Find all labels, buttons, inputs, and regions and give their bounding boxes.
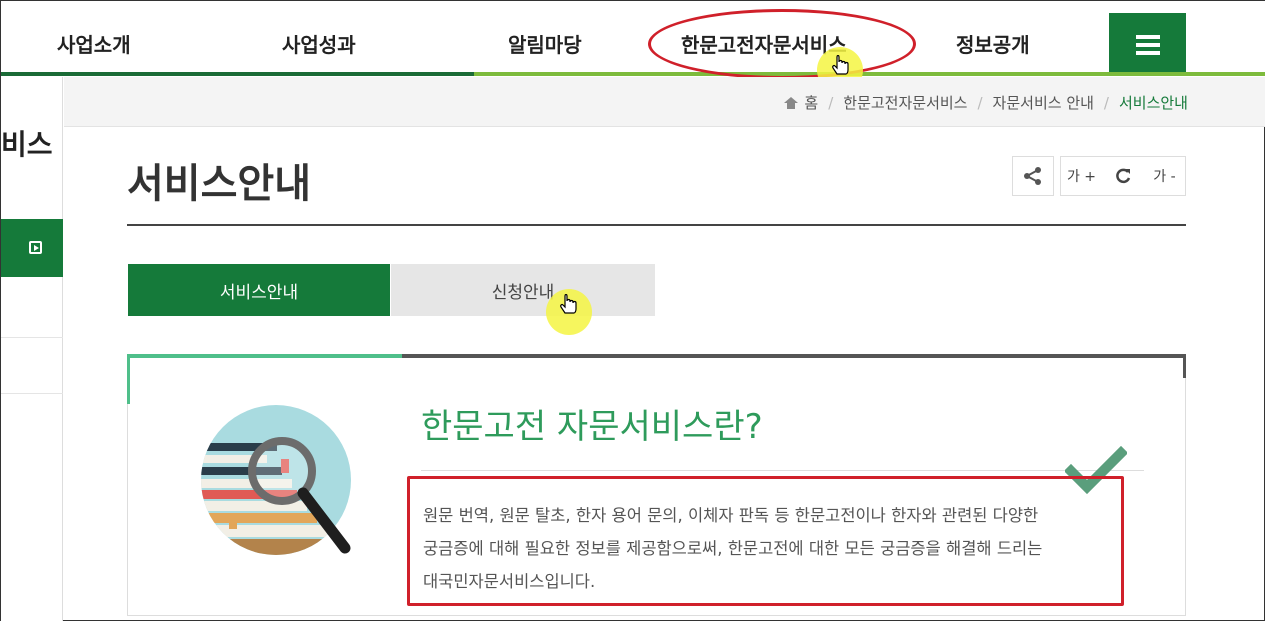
tab-application-info[interactable]: 신청안내	[391, 264, 655, 316]
share-button[interactable]	[1012, 156, 1054, 196]
breadcrumb-separator: /	[1103, 93, 1109, 112]
breadcrumb-bar: 홈 / 한문고전자문서비스 / 자문서비스 안내 / 서비스안내	[64, 77, 1265, 127]
annotation-ellipse	[648, 9, 916, 79]
font-decrease-button[interactable]: 가 -	[1144, 156, 1186, 196]
share-icon	[1024, 167, 1041, 185]
sidebar-divider	[1, 337, 63, 338]
tab-service-info[interactable]: 서비스안내	[128, 264, 390, 316]
magnifier-books-icon	[201, 405, 351, 555]
home-icon[interactable]	[784, 96, 799, 109]
menu-button[interactable]	[1109, 13, 1186, 75]
top-navigation: 사업소개 사업성과 알림마당 한문고전자문서비스 정보공개	[1, 1, 1265, 77]
sidebar-item-active[interactable]	[1, 219, 63, 277]
breadcrumb-separator: /	[977, 93, 983, 112]
breadcrumb-home[interactable]: 홈	[804, 92, 818, 113]
hand-cursor-icon	[560, 294, 577, 314]
breadcrumb-separator: /	[828, 93, 834, 112]
section-top-border	[402, 354, 1186, 358]
breadcrumb-current: 서비스안내	[1118, 94, 1188, 112]
nav-item-business-results[interactable]: 사업성과	[282, 29, 356, 61]
section-right-accent	[1183, 354, 1186, 378]
nav-underline-active	[1, 72, 474, 76]
about-title: 한문고전 자문서비스란?	[421, 407, 763, 447]
hand-cursor-icon	[832, 55, 849, 75]
nav-item-info-disclosure[interactable]: 정보공개	[956, 29, 1030, 61]
breadcrumb-item[interactable]: 한문고전자문서비스	[843, 92, 967, 113]
page-title: 서비스안내	[127, 161, 311, 207]
hamburger-icon-bar	[1136, 43, 1160, 47]
nav-item-business-intro[interactable]: 사업소개	[57, 29, 131, 61]
play-square-icon	[29, 241, 42, 254]
sidebar-divider	[1, 393, 63, 394]
refresh-icon	[1116, 168, 1131, 184]
section-top-accent	[127, 354, 402, 358]
refresh-button[interactable]	[1102, 156, 1145, 196]
breadcrumb: 홈 / 한문고전자문서비스 / 자문서비스 안내 / 서비스안내	[784, 92, 1188, 113]
left-sidebar: 비스	[1, 77, 63, 621]
about-divider	[421, 470, 1144, 471]
nav-item-notices[interactable]: 알림마당	[508, 29, 582, 61]
section-left-accent	[127, 354, 130, 404]
title-divider	[127, 224, 1186, 226]
font-increase-button[interactable]: 가 +	[1060, 156, 1103, 196]
sidebar-title: 비스	[1, 128, 53, 161]
annotation-rectangle	[407, 476, 1124, 606]
hamburger-icon	[1136, 35, 1160, 39]
breadcrumb-item[interactable]: 자문서비스 안내	[993, 92, 1094, 113]
hamburger-icon-bar	[1136, 51, 1160, 55]
